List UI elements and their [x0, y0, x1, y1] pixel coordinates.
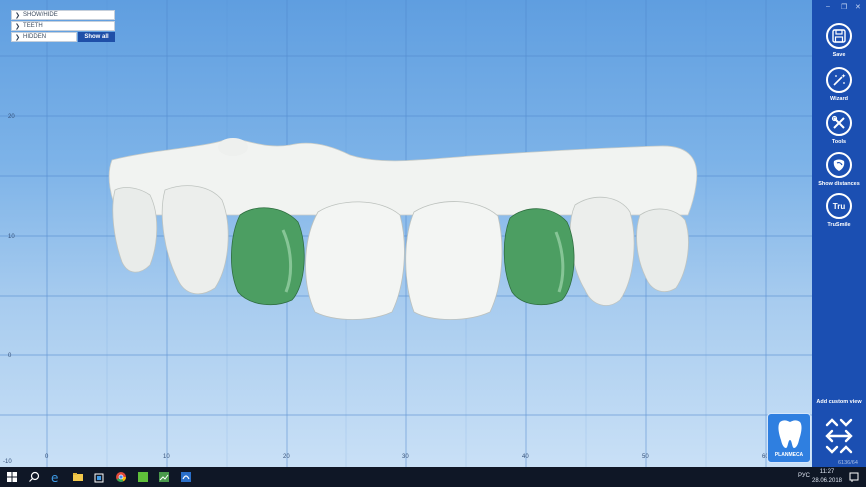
trusmile-icon-text: Tru — [832, 201, 846, 211]
search-icon[interactable] — [28, 471, 40, 483]
wizard-button[interactable]: ✦ Wizard — [812, 67, 866, 102]
chevron-right-icon: ❯ — [15, 34, 21, 41]
right-sidebar: – ❐ ✕ Save ✦ Wizard Tools Show distances… — [812, 0, 866, 467]
svg-text:e: e — [51, 471, 58, 483]
trusmile-icon: Tru — [826, 193, 852, 219]
grid-x-label: 0 — [45, 454, 49, 460]
svg-text:✦: ✦ — [841, 73, 846, 80]
tools-button[interactable]: Tools — [812, 110, 866, 145]
planmeca-logo: PLANMECA — [767, 413, 811, 463]
hidden-row[interactable]: ❯ HIDDEN — [11, 32, 77, 42]
edge-browser-icon[interactable]: e — [50, 471, 62, 483]
version-text: 6136/64 — [838, 460, 858, 466]
tooth-right-canine — [569, 196, 635, 306]
romexis-app-icon[interactable] — [180, 471, 192, 483]
tooth-central-right — [405, 201, 503, 320]
view-navigation-arrows-icon[interactable] — [822, 415, 856, 457]
save-button[interactable]: Save — [812, 23, 866, 58]
save-icon — [826, 23, 852, 49]
chrome-icon[interactable] — [115, 471, 127, 483]
trusmile-button[interactable]: Tru TruSmile — [812, 193, 866, 228]
grid-background: 0 10 20 30 40 50 60 20 10 0 -10 — [0, 0, 812, 467]
show-all-button[interactable]: Show all — [78, 32, 115, 42]
grid-x-label: 20 — [283, 454, 290, 460]
app-green-icon[interactable] — [137, 471, 149, 483]
show-hide-label: SHOW/HIDE — [23, 12, 58, 18]
crown-left — [231, 207, 305, 306]
minimize-icon[interactable]: – — [826, 3, 830, 10]
grid-x-label: 10 — [163, 454, 170, 460]
chevron-right-icon: ❯ — [15, 12, 21, 19]
show-distances-button[interactable]: Show distances — [812, 152, 866, 187]
3d-viewport[interactable]: 0 10 20 30 40 50 60 20 10 0 -10 — [0, 0, 812, 467]
app-photo-icon[interactable] — [158, 471, 170, 483]
restore-icon[interactable]: ❐ — [841, 3, 847, 11]
tooth-right-molar — [636, 208, 689, 293]
store-icon[interactable] — [93, 471, 105, 483]
wizard-icon: ✦ — [826, 67, 852, 93]
save-label: Save — [832, 52, 846, 58]
windows-start-icon[interactable] — [6, 471, 18, 483]
grid-corner-label: -10 — [3, 459, 12, 465]
file-explorer-icon[interactable] — [72, 471, 84, 483]
tooth-logo-icon — [778, 420, 802, 448]
grid-x-label: 50 — [642, 454, 649, 460]
grid-y-label: 10 — [8, 234, 15, 240]
hidden-label: HIDDEN — [23, 34, 47, 40]
clock-date[interactable]: 28.06.2018 — [806, 478, 848, 484]
wizard-label: Wizard — [830, 96, 848, 102]
notifications-icon[interactable] — [848, 471, 860, 483]
tooth-left-canine — [161, 185, 229, 295]
tooth-central-left — [305, 201, 405, 320]
tools-label: Tools — [831, 139, 847, 145]
clock-time[interactable]: 11:27 — [812, 469, 842, 475]
tooth-left-molar — [112, 187, 158, 273]
add-custom-view-button[interactable]: Add custom view — [812, 399, 866, 405]
grid-y-label: 20 — [8, 114, 15, 120]
tools-icon — [826, 110, 852, 136]
grid-x-label: 40 — [522, 454, 529, 460]
teeth-row[interactable]: ❯ TEETH — [11, 21, 115, 31]
teeth-label: TEETH — [23, 23, 43, 29]
taskbar: e РУС 11:27 28.06.2018 — [0, 467, 866, 487]
trusmile-label: TruSmile — [827, 222, 851, 228]
grid-y-label: 0 — [8, 353, 12, 359]
distances-icon — [826, 152, 852, 178]
grid-x-label: 30 — [402, 454, 409, 460]
close-icon[interactable]: ✕ — [855, 3, 861, 11]
show-hide-row[interactable]: ❯ SHOW/HIDE — [11, 10, 115, 20]
show-distances-label: Show distances — [818, 181, 860, 187]
logo-text: PLANMECA — [774, 452, 804, 458]
chevron-right-icon: ❯ — [15, 23, 21, 30]
